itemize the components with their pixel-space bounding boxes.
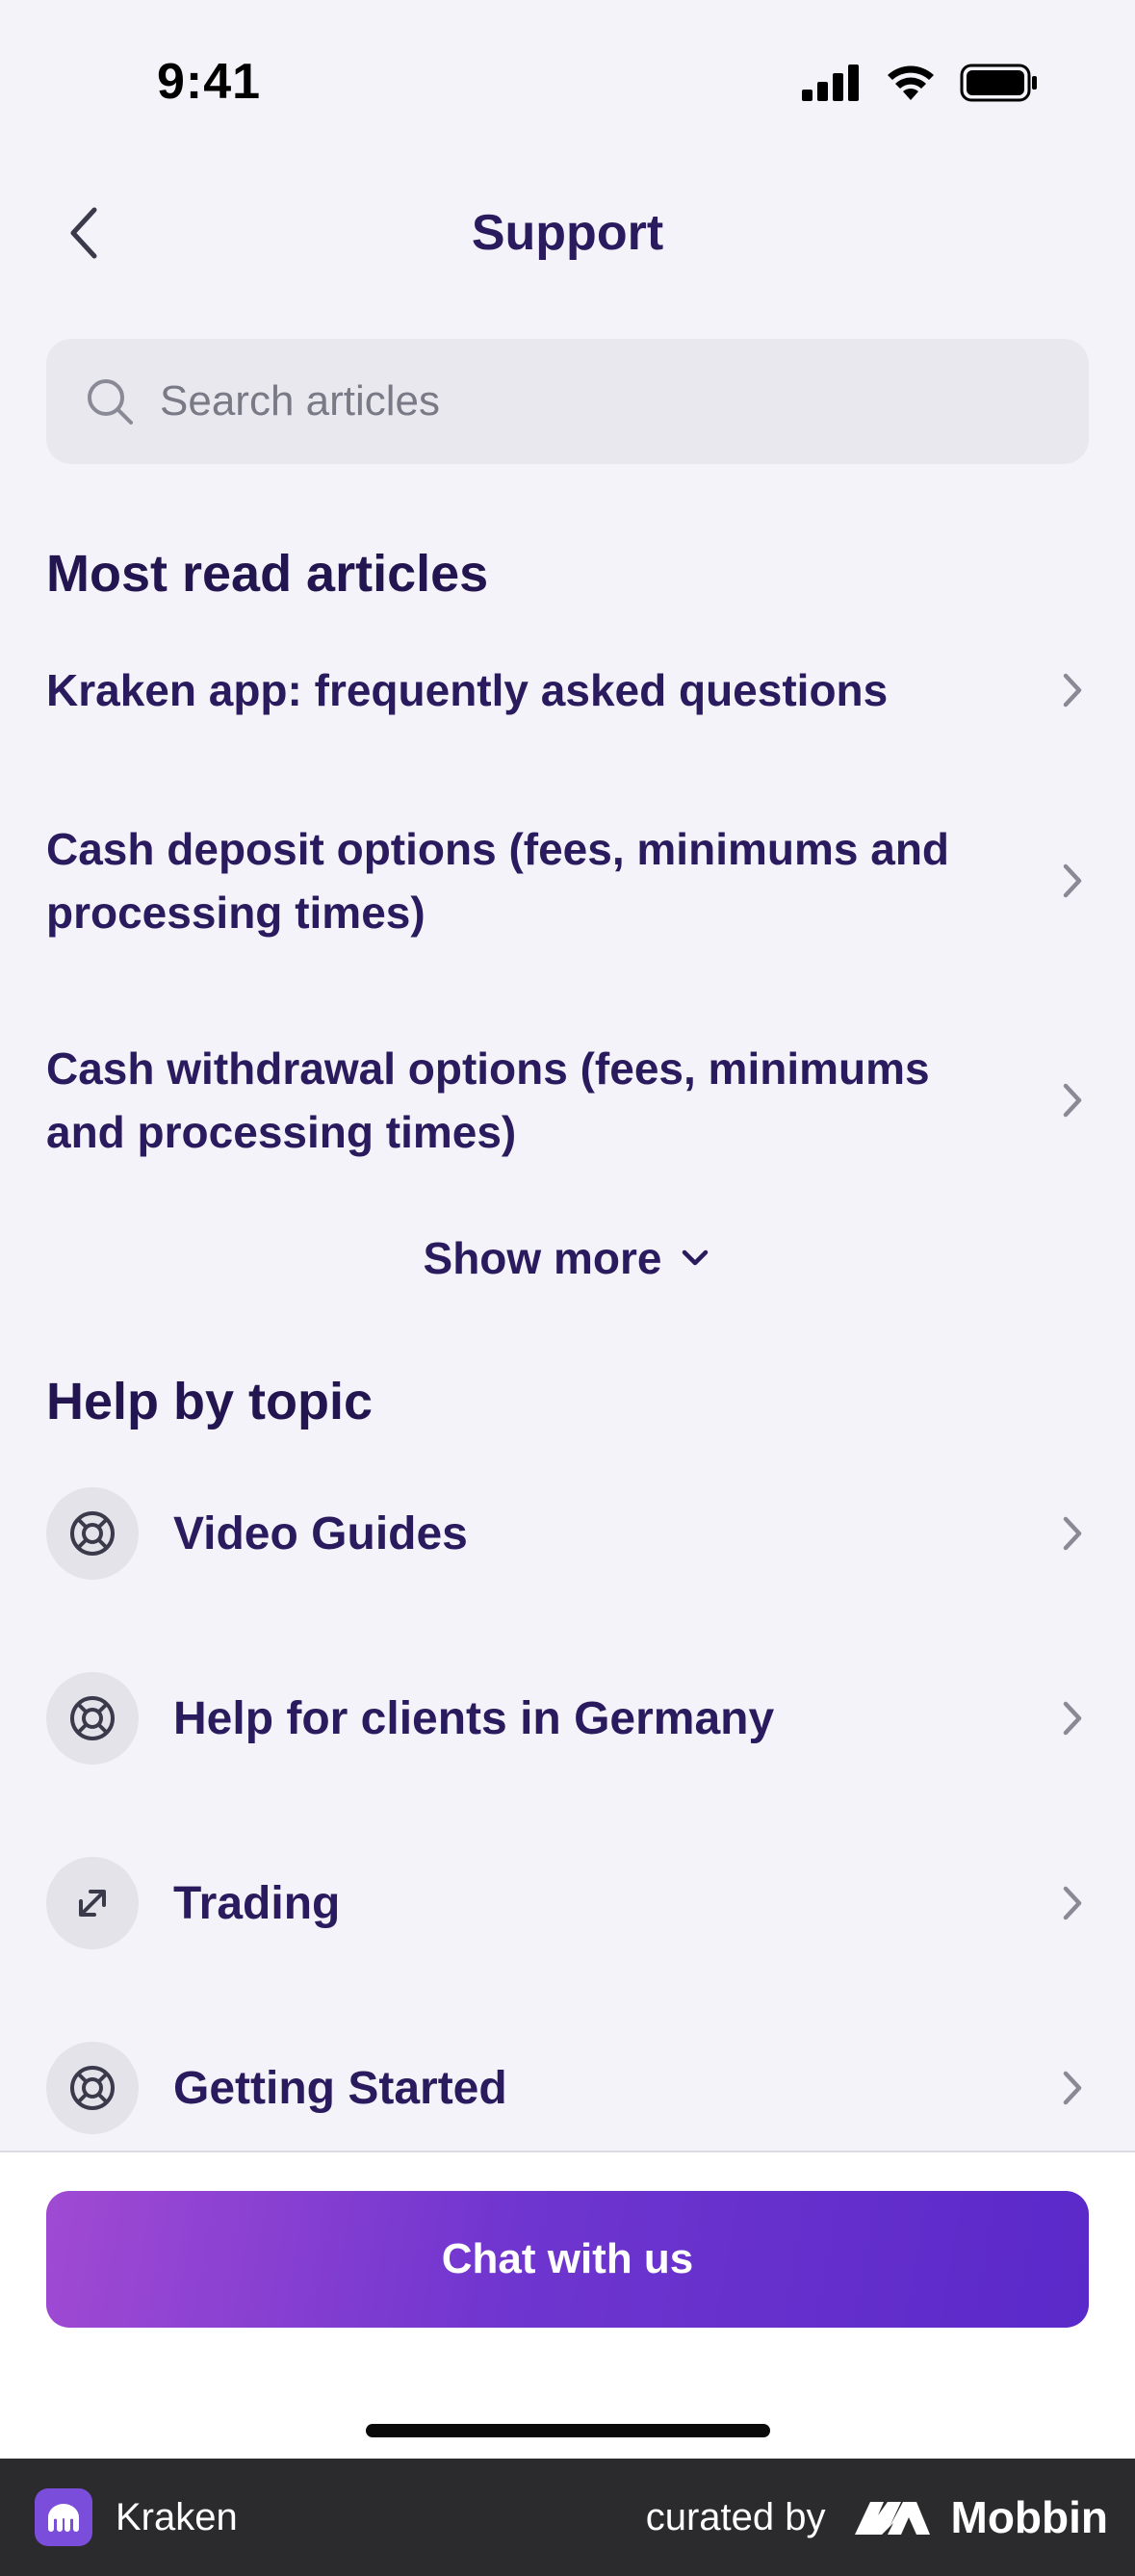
topic-item-getting-started[interactable]: Getting Started <box>46 2040 1089 2136</box>
chevron-down-icon <box>683 1249 709 1266</box>
chevron-right-icon <box>1063 673 1082 708</box>
chevron-right-icon <box>1063 1886 1082 1920</box>
wifi-icon <box>888 65 934 100</box>
article-item[interactable]: Cash withdrawal options (fees, minimums … <box>46 1037 1089 1164</box>
kraken-logo-icon <box>35 2488 92 2546</box>
show-more-label: Show more <box>423 1233 662 1283</box>
arrows-diagonal-icon <box>46 1857 139 1949</box>
article-title: Cash withdrawal options (fees, minimums … <box>46 1043 930 1157</box>
nav-bar: Support <box>0 183 1135 279</box>
chevron-right-icon <box>1063 2071 1082 2105</box>
cellular-signal-icon <box>802 64 859 101</box>
chevron-right-icon <box>1063 1083 1082 1118</box>
topic-label: Getting Started <box>173 2062 507 2114</box>
mobbin-logo-icon <box>854 2502 930 2535</box>
chevron-right-icon <box>1063 1701 1082 1736</box>
bottom-panel: Chat with us <box>0 2151 1135 2460</box>
chevron-right-icon <box>1063 1516 1082 1551</box>
lifebuoy-icon <box>46 2042 139 2134</box>
mobbin-label: Mobbin <box>950 2492 1109 2542</box>
mobbin-brand: Mobbin <box>853 2491 1109 2543</box>
lifebuoy-icon <box>46 1672 139 1765</box>
status-icons <box>802 64 1039 102</box>
home-indicator <box>366 2424 770 2437</box>
battery-icon <box>960 64 1037 102</box>
chevron-right-icon <box>1063 863 1082 898</box>
topic-label: Trading <box>173 1877 341 1929</box>
lifebuoy-icon <box>46 1487 139 1580</box>
search-icon <box>88 379 133 425</box>
article-title: Cash deposit options (fees, minimums and… <box>46 824 950 938</box>
article-item[interactable]: Kraken app: frequently asked questions <box>46 658 1089 722</box>
article-title: Kraken app: frequently asked questions <box>46 665 889 715</box>
topic-label: Help for clients in Germany <box>173 1692 775 1744</box>
most-read-title: Most read articles <box>46 545 489 603</box>
topic-item-video-guides[interactable]: Video Guides <box>46 1485 1089 1582</box>
chat-with-us-button[interactable]: Chat with us <box>46 2191 1089 2328</box>
footer-app-name: Kraken <box>116 2495 238 2538</box>
status-bar: 9:41 <box>0 0 1135 154</box>
search-input[interactable] <box>158 376 1028 426</box>
show-more-button[interactable]: Show more <box>0 1232 1135 1284</box>
page-title: Support <box>471 205 664 261</box>
topic-label: Video Guides <box>173 1507 468 1559</box>
footer-bar: Kraken curated by Mobbin <box>0 2459 1135 2576</box>
topic-item-germany[interactable]: Help for clients in Germany <box>46 1670 1089 1766</box>
article-item[interactable]: Cash deposit options (fees, minimums and… <box>46 817 1089 944</box>
status-time: 9:41 <box>157 54 262 110</box>
help-by-topic-title: Help by topic <box>46 1373 374 1430</box>
topic-item-trading[interactable]: Trading <box>46 1855 1089 1951</box>
curated-by-label: curated by <box>645 2495 826 2538</box>
footer-credit: curated by Mobbin <box>646 2459 1108 2576</box>
search-bar[interactable] <box>46 339 1089 464</box>
